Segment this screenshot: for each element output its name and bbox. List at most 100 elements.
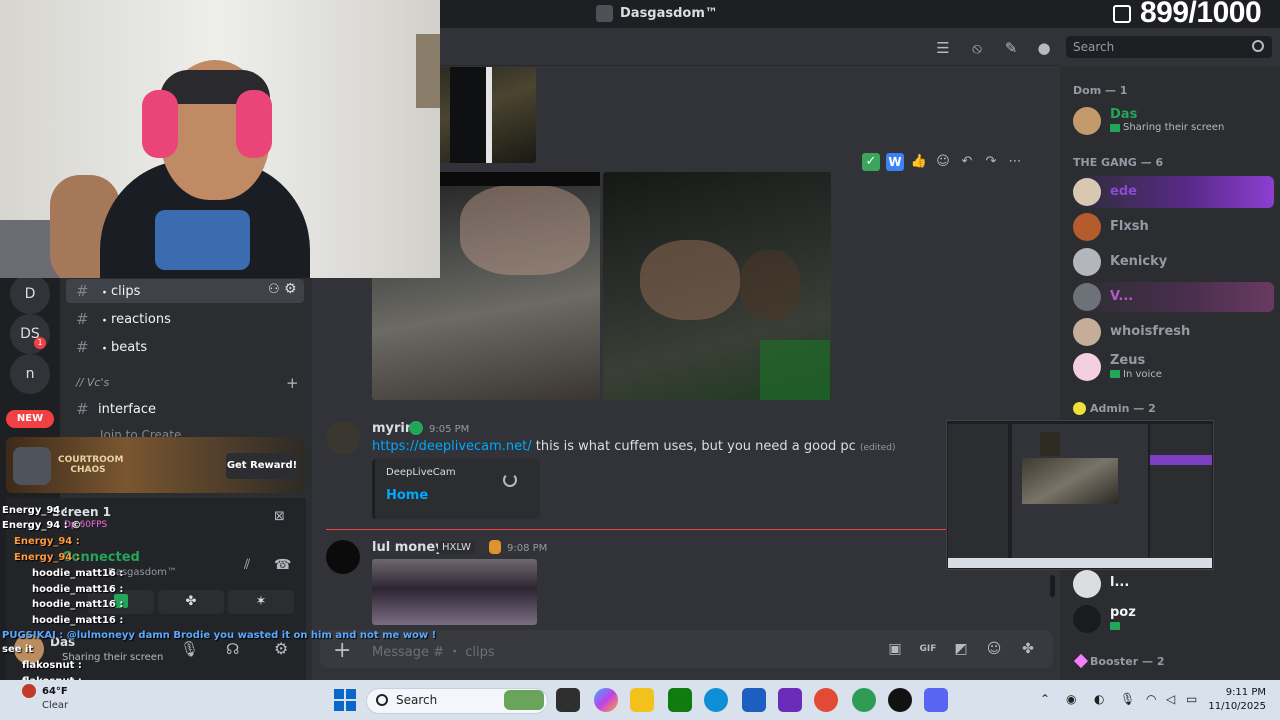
add-reaction-icon[interactable]: ☺ <box>934 153 952 171</box>
w-reaction-icon[interactable]: W <box>886 153 904 171</box>
search-icon <box>376 694 388 706</box>
soundboard-button[interactable]: ✶ <box>228 590 294 614</box>
clock-time: 9:11 PM <box>1225 687 1266 698</box>
tray-app-icon[interactable]: ◐ <box>1094 692 1104 706</box>
check-reaction-icon[interactable]: ✓ <box>862 153 880 171</box>
avatar[interactable] <box>1073 605 1101 633</box>
gif-icon[interactable]: GIF <box>919 640 937 658</box>
webcam-overlay <box>0 0 440 278</box>
member-name[interactable]: Zeus <box>1110 353 1145 368</box>
avatar[interactable] <box>1073 570 1101 598</box>
windows-start-icon[interactable] <box>334 689 356 711</box>
forward-icon[interactable]: ↷ <box>982 153 1000 171</box>
emoji-icon[interactable]: ☺ <box>985 640 1003 658</box>
avatar[interactable] <box>1073 213 1101 241</box>
avatar[interactable] <box>1073 248 1101 276</box>
avatar[interactable] <box>1073 178 1101 206</box>
wifi-icon[interactable]: ◠ <box>1146 692 1156 706</box>
more-icon[interactable]: ⋯ <box>1006 153 1024 171</box>
member-status: In voice <box>1123 369 1162 380</box>
pin-icon[interactable]: ✎ <box>1001 38 1021 58</box>
stop-stream-icon[interactable]: ⊠ <box>274 509 285 524</box>
message-time: 9:05 PM <box>429 424 470 435</box>
member-name[interactable]: Flxsh <box>1110 219 1149 234</box>
app-icon[interactable] <box>778 688 802 712</box>
clock-date: 11/10/2025 <box>1208 701 1266 712</box>
reply-icon[interactable]: ↶ <box>958 153 976 171</box>
edge-icon[interactable] <box>704 688 728 712</box>
invite-icon[interactable]: ⚇ <box>268 282 280 297</box>
scrollbar[interactable] <box>1050 575 1055 597</box>
member-name[interactable]: V... <box>1110 289 1133 304</box>
server-n[interactable]: n <box>10 354 50 394</box>
chrome-icon[interactable] <box>814 688 838 712</box>
settings-gear-icon[interactable]: ⚙ <box>284 281 297 297</box>
server-d[interactable]: D <box>10 274 50 314</box>
member-name[interactable]: whoisfresh <box>1110 324 1190 339</box>
attach-plus-icon[interactable]: + <box>333 638 351 663</box>
microphone-icon[interactable]: 🎙 <box>180 640 199 658</box>
volume-icon[interactable]: ◁ <box>1166 692 1175 706</box>
chat-overlay-line: see it <box>2 644 34 655</box>
message-link[interactable]: https://deeplivecam.net/ <box>372 439 532 454</box>
avatar[interactable] <box>326 540 360 574</box>
avatar[interactable] <box>1073 107 1101 135</box>
chat-overlay-line: Energy_94 : <box>14 536 80 547</box>
noise-suppression-icon[interactable]: ⫽ <box>244 557 250 573</box>
copilot-icon[interactable] <box>594 688 618 712</box>
get-reward-button[interactable]: Get Reward! <box>226 453 298 479</box>
embed-title[interactable]: Home <box>386 488 428 503</box>
tray-mic-icon[interactable]: 🎙 <box>1120 692 1135 706</box>
avatar[interactable] <box>1073 353 1101 381</box>
activity-button[interactable]: ✤ <box>158 590 224 614</box>
sticker-icon[interactable]: ◩ <box>952 640 970 658</box>
avatar[interactable] <box>1073 318 1101 346</box>
image-attachment[interactable] <box>440 67 536 163</box>
user-settings-gear-icon[interactable]: ⚙ <box>274 639 288 658</box>
member-list-icon[interactable]: ● <box>1034 38 1054 58</box>
avatar[interactable] <box>326 421 360 455</box>
chat-overlay-line: Energy_94 : <box>14 552 80 563</box>
tray-app-icon[interactable]: ◉ <box>1066 692 1076 706</box>
channel-interface[interactable]: # interface <box>76 397 156 421</box>
threads-icon[interactable]: ☰ <box>933 38 953 58</box>
tray-chevron-icon[interactable]: ⌃ <box>1040 692 1050 706</box>
hash-icon: # <box>76 400 89 418</box>
discord-icon[interactable] <box>924 688 948 712</box>
task-view-icon[interactable] <box>556 688 580 712</box>
apps-icon[interactable]: ✤ <box>1019 640 1037 658</box>
obs-icon[interactable] <box>888 688 912 712</box>
message-author[interactable]: myrin <box>372 421 414 436</box>
voice-icon <box>1110 370 1120 378</box>
channel-label: reactions <box>111 311 171 327</box>
weather-condition: Clear <box>42 700 69 711</box>
category-vcs[interactable]: // Vc's <box>76 376 109 389</box>
server-ds[interactable]: DS <box>10 314 50 354</box>
avatar[interactable] <box>1073 283 1101 311</box>
member-name[interactable]: Das <box>1110 107 1137 122</box>
disconnect-icon[interactable]: ☎ <box>274 557 291 573</box>
search-input[interactable]: Search <box>1066 36 1272 58</box>
create-channel-plus-icon[interactable]: + <box>286 374 299 392</box>
member-name[interactable]: ede <box>1110 184 1137 199</box>
store-icon[interactable] <box>742 688 766 712</box>
member-name[interactable]: Kenicky <box>1110 254 1167 269</box>
channel-clips[interactable]: # ・ clips <box>76 279 140 303</box>
gift-icon[interactable]: ▣ <box>886 640 904 658</box>
channel-reactions[interactable]: # ・ reactions <box>76 307 171 331</box>
headphones-icon[interactable]: ☊ <box>226 640 239 658</box>
chrome-profile-icon[interactable] <box>852 688 876 712</box>
message-input[interactable]: Message # ・ clips <box>372 641 495 660</box>
mute-bell-icon[interactable]: ⦸ <box>967 38 987 58</box>
thumbs-up-icon[interactable]: 👍 <box>910 153 928 171</box>
guild-tag[interactable]: HXLW <box>438 541 475 554</box>
new-pill[interactable]: NEW <box>6 410 54 428</box>
file-explorer-icon[interactable] <box>630 688 654 712</box>
taskbar-clock[interactable]: 9:11 PM 11/10/2025 <box>1204 686 1266 714</box>
member-name[interactable]: poz <box>1110 605 1136 620</box>
battery-icon[interactable]: ▭ <box>1186 692 1197 706</box>
xbox-icon[interactable] <box>668 688 692 712</box>
image-attachment[interactable] <box>372 559 537 625</box>
member-name[interactable]: l... <box>1110 575 1129 590</box>
channel-beats[interactable]: # ・ beats <box>76 335 147 359</box>
